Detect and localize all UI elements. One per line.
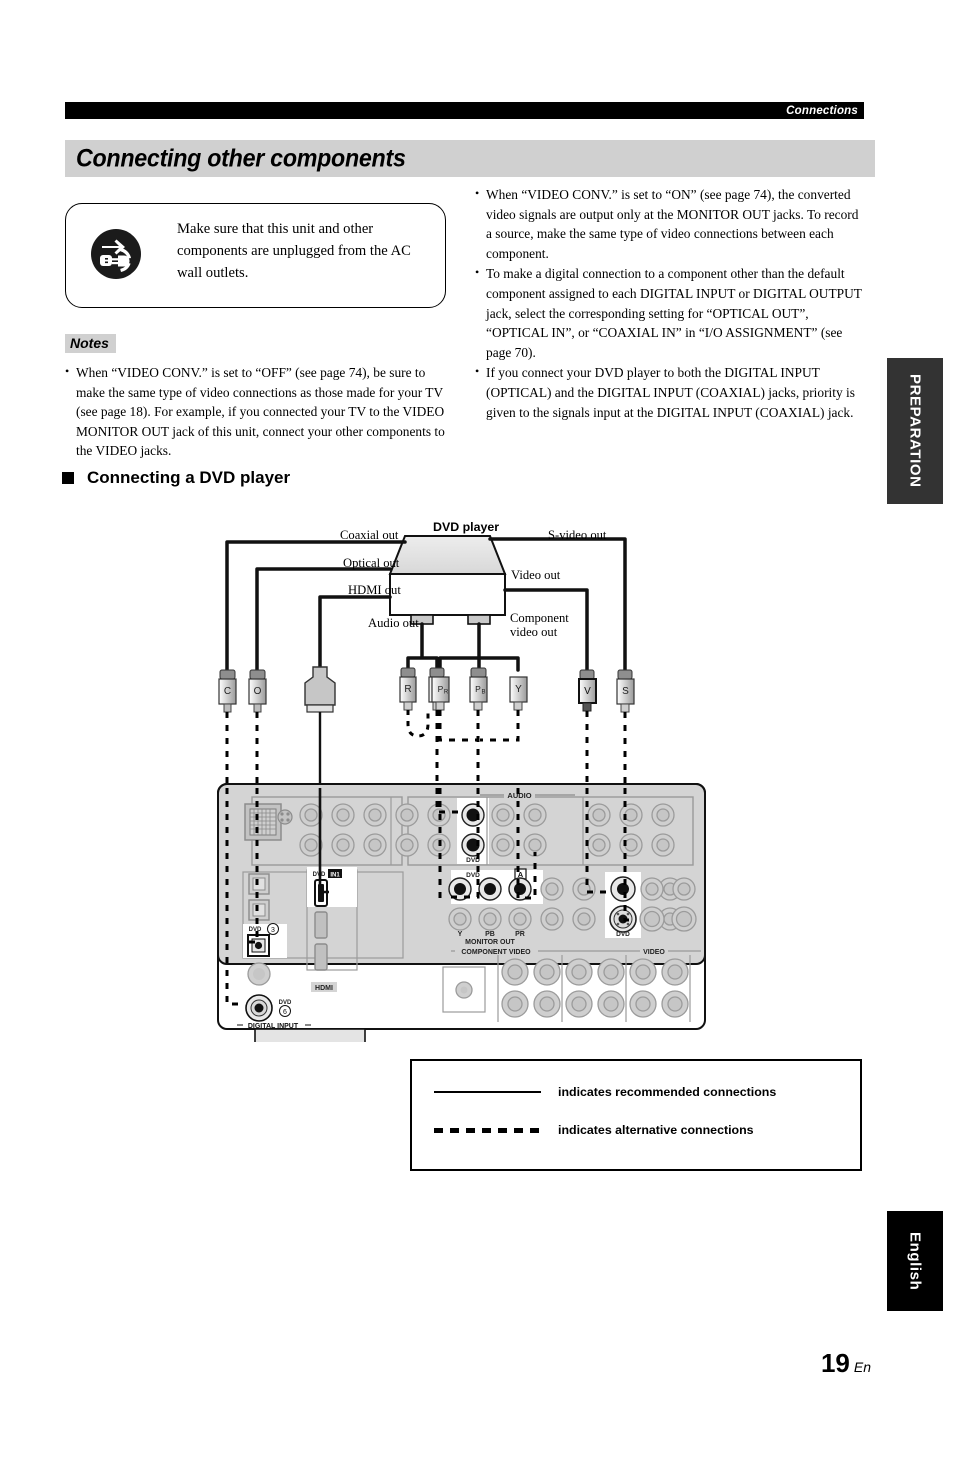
dvd-audio-input-jacks: DVD [457,798,489,864]
digital-input-group: DVD 6 DIGITAL INPUT [237,962,311,1030]
unplug-power-icon [88,226,144,282]
svg-text:VIDEO: VIDEO [643,949,665,956]
misc-round-jack [442,966,486,1013]
svg-text:C: C [224,686,231,697]
caution-box: Make sure that this unit and other compo… [65,203,446,308]
svg-text:P: P [438,684,444,694]
page-number: 19 En [821,1348,871,1379]
optical-plug: O [248,669,267,713]
component-video-out-label-line2: video out [510,625,558,639]
svg-text:Y: Y [458,931,463,938]
svg-text:DVD: DVD [616,931,630,938]
dashed-line-icon [434,1127,541,1133]
svg-text:PB: PB [485,931,495,938]
svg-text:IN1: IN1 [330,872,340,878]
hdmi-out-label: HDMI out [348,583,401,597]
caution-text: Make sure that this unit and other compo… [177,221,411,281]
svg-text:R: R [444,690,449,696]
page-title: Connecting other components [76,144,406,172]
section-subheading-label: Connecting a DVD player [87,468,291,487]
svg-text:Y: Y [515,684,522,695]
note-item: When “VIDEO CONV.” is set to “OFF” (see … [65,362,450,461]
svg-text:B: B [481,690,485,696]
svg-text:HDMI: HDMI [315,985,333,992]
video-svideo-dvd-jacks: DVD [605,872,641,938]
svg-text:O: O [254,686,262,697]
svg-text:COMPONENT VIDEO: COMPONENT VIDEO [461,949,531,956]
connection-diagram: C O R P R P B Y V S AUDIO DVD DVD A Y PB… [215,512,725,1056]
coaxial-plug: C [218,669,237,713]
hdmi-label: HDMI [311,982,337,992]
svg-text:P: P [475,684,481,694]
running-header-bar: Connections [65,102,864,119]
svideo-plug: S [616,669,635,713]
notes-list-right: When “VIDEO CONV.” is set to “ON” (see p… [475,184,867,423]
optical-out-label: Optical out [343,556,400,570]
plug-row: C O R P R P B Y V S [218,666,635,713]
speaker-terminal-grid [501,958,689,1018]
note-item: To make a digital connection to a compon… [475,263,867,362]
legend-row-alternative: indicates alternative connections [434,1123,754,1137]
video-plug: V [578,669,597,712]
notes-label: Notes [65,334,116,353]
s-video-out-label: S-video out [548,528,607,542]
legend-alternative-label: indicates alternative connections [558,1123,754,1137]
svg-text:3: 3 [271,927,275,934]
svg-text:DVD: DVD [466,872,480,879]
side-tab-english: English [887,1211,943,1311]
running-header-label: Connections [786,104,858,117]
side-tab-english-label: English [906,1231,924,1291]
alternative-connection-lines [225,710,627,788]
svg-text:MONITOR OUT: MONITOR OUT [465,939,515,946]
video-out-label: Video out [511,568,561,582]
dvd-player-title: DVD player [433,520,500,534]
audio-right-plug: R [399,667,417,711]
audio-out-label: Audio out [368,616,419,630]
component-pb-plug: P B [469,667,488,711]
solid-line-icon [434,1091,541,1093]
svg-text:S: S [622,686,629,697]
legend-recommended-label: indicates recommended connections [558,1085,777,1099]
dvd-player-illustration [388,535,507,625]
manual-page: Connections Connecting other components … [0,0,954,1465]
connection-diagram-svg: C O R P R P B Y V S AUDIO DVD DVD A Y PB… [217,535,706,1056]
component-y-plug: Y [509,676,528,711]
coaxial-out-label: Coaxial out [340,528,399,542]
hdmi-plug [304,666,336,713]
svg-text:PR: PR [515,931,525,938]
svg-text:V: V [584,686,591,697]
component-pr-plug: P R [431,676,450,711]
section-subheading: Connecting a DVD player [62,468,290,488]
notes-list-left: When “VIDEO CONV.” is set to “OFF” (see … [65,362,450,464]
side-tab-preparation: PREPARATION [887,358,943,504]
side-tab-preparation-label: PREPARATION [906,374,924,488]
svg-text:AUDIO: AUDIO [507,791,531,800]
receiver-rear-panel: AUDIO DVD DVD A Y PB PR MONITOR OUT COMP… [217,783,706,1056]
note-item: If you connect your DVD player to both t… [475,362,867,422]
page-number-value: 19 [820,1348,850,1378]
component-video-out-label-line1: Component [510,611,569,625]
svg-text:R: R [404,684,411,695]
legend-row-recommended: indicates recommended connections [434,1085,776,1099]
note-item: When “VIDEO CONV.” is set to “ON” (see p… [475,184,867,263]
page-number-suffix: En [853,1359,871,1375]
legend-box: indicates recommended connections indica… [410,1059,862,1171]
page-title-bar: Connecting other components [65,140,875,177]
black-square-bullet-icon [62,472,74,484]
svg-text:DVD: DVD [249,927,262,933]
svg-text:6: 6 [283,1009,287,1016]
